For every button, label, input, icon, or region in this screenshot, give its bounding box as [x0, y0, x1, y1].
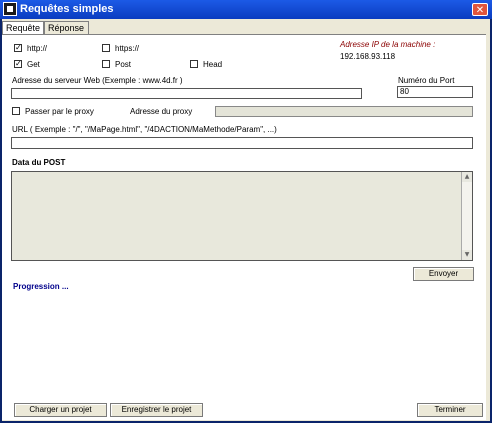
proxy-checkbox[interactable]	[12, 107, 20, 115]
tab-reponse[interactable]: Réponse	[44, 21, 89, 34]
scroll-up-icon[interactable]: ▲	[462, 172, 472, 182]
window-title: Requêtes simples	[20, 3, 114, 15]
port-label: Numéro du Port	[398, 76, 455, 85]
post-checkbox[interactable]	[102, 60, 110, 68]
head-label: Head	[203, 60, 223, 69]
post-data-textarea[interactable]: ▲ ▼	[11, 171, 473, 261]
url-label: URL ( Exemple : "/", "/MaPage.html", "/4…	[12, 125, 277, 134]
https-checkbox[interactable]	[102, 44, 110, 52]
get-label: Get	[27, 60, 40, 69]
progress-label: Progression ...	[13, 282, 69, 291]
port-input[interactable]: 80	[397, 86, 473, 98]
proxy-checkbox-label: Passer par le proxy	[25, 107, 94, 116]
quit-button[interactable]: Terminer	[417, 403, 483, 417]
server-input[interactable]	[11, 88, 362, 99]
post-data-label: Data du POST	[12, 158, 66, 167]
tab-requete[interactable]: Requête	[2, 21, 44, 35]
app-icon	[3, 2, 17, 16]
scroll-down-icon[interactable]: ▼	[462, 250, 472, 260]
title-bar: Requêtes simples ✕	[0, 0, 492, 19]
https-label: https://	[115, 44, 140, 53]
proxy-address-label: Adresse du proxy	[130, 107, 193, 116]
save-project-button[interactable]: Enregistrer le projet	[110, 403, 203, 417]
send-button[interactable]: Envoyer	[413, 267, 474, 281]
url-input[interactable]	[11, 137, 473, 149]
ip-value: 192.168.93.118	[340, 52, 396, 61]
server-label: Adresse du serveur Web (Exemple : www.4d…	[12, 76, 183, 85]
load-project-button[interactable]: Charger un projet	[14, 403, 107, 417]
proxy-address-input[interactable]	[215, 106, 473, 117]
http-label: http://	[27, 44, 48, 53]
ip-label: Adresse IP de la machine :	[340, 40, 436, 49]
head-checkbox[interactable]	[190, 60, 198, 68]
post-data-scrollbar[interactable]: ▲ ▼	[461, 172, 472, 260]
close-button[interactable]: ✕	[472, 3, 488, 16]
post-label: Post	[115, 60, 132, 69]
http-checkbox[interactable]: ✓	[14, 44, 22, 52]
get-checkbox[interactable]: ✓	[14, 60, 22, 68]
